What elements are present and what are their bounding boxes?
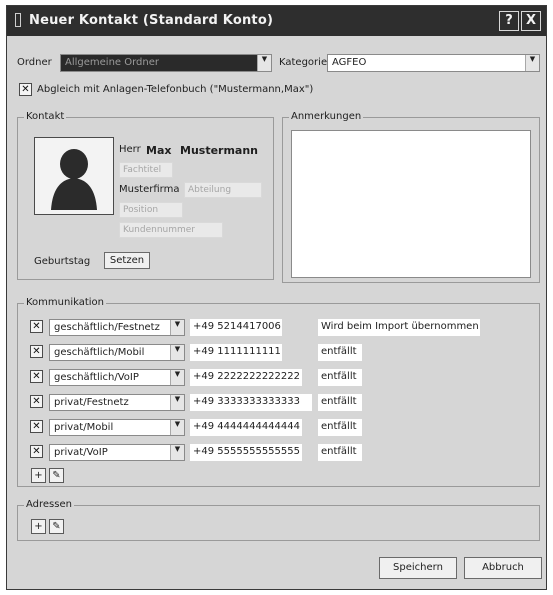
help-button[interactable]: ?	[499, 11, 519, 31]
kategorie-value: AGFEO	[332, 57, 367, 68]
chevron-down-icon: ▼	[170, 395, 184, 410]
abteilung-field[interactable]: Abteilung	[184, 182, 262, 198]
adressen-group-label: Adressen	[24, 499, 74, 510]
kommunikation-number-field[interactable]: +49 5214417006	[190, 319, 282, 336]
kommunikation-number-field[interactable]: +49 5555555555555	[190, 444, 302, 461]
title-bar[interactable]: Neuer Kontakt (Standard Konto) ? X	[7, 6, 546, 36]
kommunikation-type-select[interactable]: geschäftlich/Festnetz ▼	[49, 319, 185, 336]
kommunikation-number-field[interactable]: +49 4444444444444	[190, 419, 302, 436]
app-icon	[15, 13, 21, 27]
anrede-value[interactable]: Herr	[119, 144, 141, 155]
kommunikation-type-select[interactable]: privat/VoIP ▼	[49, 444, 185, 461]
anmerkungen-textarea[interactable]	[291, 130, 531, 278]
kommunikation-type-value: geschäftlich/Mobil	[54, 347, 145, 358]
chevron-down-icon: ▼	[170, 445, 184, 460]
kommunikation-type-value: geschäftlich/Festnetz	[54, 322, 160, 333]
adressen-group: Adressen + ✎	[17, 499, 540, 541]
kommunikation-type-value: privat/VoIP	[54, 447, 108, 458]
pencil-icon[interactable]: ✎	[49, 468, 64, 483]
pencil-icon[interactable]: ✎	[49, 519, 64, 534]
sync-checkbox[interactable]: ✕	[19, 83, 32, 96]
position-field[interactable]: Position	[119, 202, 183, 218]
kommunikation-row-checkbox[interactable]: ✕	[30, 445, 43, 458]
kommunikation-type-select[interactable]: geschäftlich/VoIP ▼	[49, 369, 185, 386]
close-button[interactable]: X	[521, 11, 541, 31]
titel-field[interactable]: Fachtitel	[119, 162, 173, 178]
kommunikation-note: Wird beim Import übernommen	[318, 319, 480, 336]
kommunikation-note: entfällt	[318, 444, 362, 461]
chevron-down-icon: ▼	[170, 320, 184, 335]
chevron-down-icon: ▼	[257, 55, 271, 71]
kommunikation-note: entfällt	[318, 394, 362, 411]
ordner-select[interactable]: Allgemeine Ordner ▼	[60, 54, 272, 72]
firma-field[interactable]: Musterfirma	[119, 184, 179, 195]
ordner-label: Ordner	[17, 57, 52, 68]
person-icon	[51, 149, 97, 210]
anmerkungen-group-label: Anmerkungen	[289, 111, 364, 122]
kontakt-group-label: Kontakt	[24, 111, 67, 122]
kommunikation-row-checkbox[interactable]: ✕	[30, 395, 43, 408]
cancel-button[interactable]: Abbruch	[464, 557, 542, 579]
geburtstag-label: Geburtstag	[34, 256, 91, 267]
save-button[interactable]: Speichern	[379, 557, 457, 579]
anmerkungen-group: Anmerkungen	[282, 111, 540, 283]
plus-icon[interactable]: +	[31, 519, 46, 534]
vorname-field[interactable]: Max	[146, 144, 171, 157]
kommunikation-number-field[interactable]: +49 1111111111	[190, 344, 282, 361]
kontakt-group: Kontakt Herr Max Mustermann Fachtitel Mu…	[17, 111, 274, 280]
sync-label: Abgleich mit Anlagen-Telefonbuch ("Muste…	[37, 84, 314, 95]
plus-icon[interactable]: +	[31, 468, 46, 483]
ordner-value: Allgemeine Ordner	[65, 57, 159, 68]
chevron-down-icon: ▼	[525, 55, 539, 71]
kategorie-label: Kategorie	[279, 57, 328, 68]
kommunikation-type-select[interactable]: privat/Festnetz ▼	[49, 394, 185, 411]
dialog-window: Neuer Kontakt (Standard Konto) ? X Ordne…	[6, 5, 547, 590]
kommunikation-note: entfällt	[318, 344, 362, 361]
kommunikation-type-select[interactable]: geschäftlich/Mobil ▼	[49, 344, 185, 361]
kommunikation-number-field[interactable]: +49 3333333333333	[190, 394, 312, 411]
kommunikation-number-field[interactable]: +49 2222222222222	[190, 369, 302, 386]
geburtstag-setzen-button[interactable]: Setzen	[104, 252, 150, 269]
kommunikation-note: entfällt	[318, 369, 362, 386]
kommunikation-row-checkbox[interactable]: ✕	[30, 420, 43, 433]
kommunikation-type-value: privat/Festnetz	[54, 397, 129, 408]
kommunikation-note: entfällt	[318, 419, 362, 436]
kundennummer-field[interactable]: Kundennummer	[119, 222, 223, 238]
window-title: Neuer Kontakt (Standard Konto)	[29, 13, 274, 28]
kommunikation-row-checkbox[interactable]: ✕	[30, 320, 43, 333]
chevron-down-icon: ▼	[170, 420, 184, 435]
kommunikation-group-label: Kommunikation	[24, 297, 107, 308]
avatar[interactable]	[34, 137, 114, 215]
kommunikation-type-value: geschäftlich/VoIP	[54, 372, 139, 383]
kommunikation-row-checkbox[interactable]: ✕	[30, 345, 43, 358]
kommunikation-type-select[interactable]: privat/Mobil ▼	[49, 419, 185, 436]
kommunikation-row-checkbox[interactable]: ✕	[30, 370, 43, 383]
nachname-field[interactable]: Mustermann	[180, 144, 258, 157]
kategorie-select[interactable]: AGFEO ▼	[327, 54, 540, 72]
chevron-down-icon: ▼	[170, 345, 184, 360]
kommunikation-type-value: privat/Mobil	[54, 422, 114, 433]
kommunikation-group: Kommunikation ✕ geschäftlich/Festnetz ▼ …	[17, 297, 540, 487]
chevron-down-icon: ▼	[170, 370, 184, 385]
